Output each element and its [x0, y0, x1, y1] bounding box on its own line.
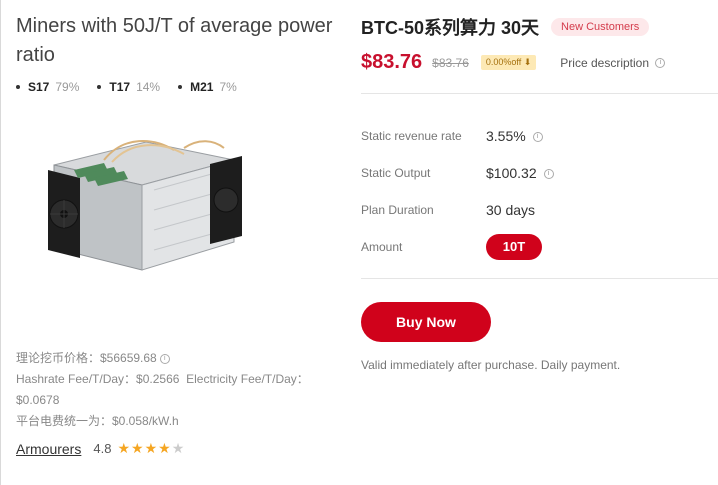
plan-specs: Static revenue rate 3.55% i Static Outpu…: [361, 117, 718, 265]
brand-link[interactable]: Armourers: [16, 441, 81, 457]
spec-label: Amount: [361, 239, 403, 254]
discount-badge: 0.00%off ⬇: [480, 55, 537, 70]
buy-note: Valid immediately after purchase. Daily …: [361, 358, 621, 372]
spec-value: $100.32 i: [486, 165, 554, 181]
output-value: $100.32: [486, 164, 537, 181]
price-description-link[interactable]: Price description i: [560, 55, 666, 70]
mix-percent: 7%: [219, 80, 237, 94]
info-icon[interactable]: i: [159, 353, 170, 364]
theory-price-row: 理论挖币价格：$56659.68 i: [16, 348, 316, 369]
mix-percent: 14%: [136, 80, 161, 94]
page-left-border: [0, 0, 1, 485]
platform-fee: 平台电费统一为：$0.058/kW.h: [16, 414, 179, 428]
divider-bottom: [361, 278, 718, 279]
product-meta: 理论挖币价格：$56659.68 i Hashrate Fee/T/Day：$0.…: [16, 348, 316, 432]
mix-percent: 79%: [55, 80, 80, 94]
new-customers-badge: New Customers: [551, 18, 650, 36]
mix-item-s17: S17 79%: [16, 80, 79, 94]
bullet-icon: [97, 85, 102, 89]
spec-value: 3.55% i: [486, 128, 543, 144]
star-icon: ★: [117, 440, 130, 456]
theory-price: 理论挖币价格：$56659.68: [16, 351, 157, 365]
plan-header: BTC-50系列算力 30天 New Customers: [361, 14, 718, 40]
star-empty-icon: ★: [171, 440, 185, 456]
rating-value: 4.8: [93, 441, 112, 456]
info-icon: i: [655, 58, 666, 69]
spec-label: Static Output: [361, 165, 431, 180]
spec-plan-duration: Plan Duration 30 days: [361, 191, 718, 228]
duration-value: 30 days: [486, 201, 536, 218]
product-title: Miners with 50J/T of average power ratio: [16, 15, 333, 66]
plan-panel: BTC-50系列算力 30天 New Customers $83.76 $83.…: [361, 14, 718, 74]
mix-name: S17: [28, 80, 50, 94]
spec-static-output: Static Output $100.32 i: [361, 154, 718, 191]
fee-row: Hashrate Fee/T/Day：$0.2566 Electricity F…: [16, 369, 316, 411]
spec-label: Plan Duration: [361, 202, 434, 217]
mix-item-m21: M21 7%: [178, 80, 237, 94]
revenue-value: 3.55%: [486, 127, 526, 144]
miner-image: [34, 130, 254, 280]
spec-amount: Amount 10T: [361, 228, 718, 265]
mix-name: T17: [109, 80, 131, 94]
price-description-label: Price description: [560, 55, 650, 70]
spec-label: Static revenue rate: [361, 128, 462, 143]
amount-selector[interactable]: 10T: [486, 233, 542, 260]
mix-name: M21: [190, 80, 214, 94]
info-icon[interactable]: i: [532, 131, 543, 142]
divider-top: [361, 93, 718, 94]
mix-item-t17: T17 14%: [97, 80, 160, 94]
star-icon: ★: [158, 440, 171, 456]
product-panel: Miners with 50J/T of average power ratio…: [16, 12, 346, 94]
plan-title: BTC-50系列算力 30天: [361, 18, 540, 38]
miner-mix: S17 79% T17 14% M21 7%: [16, 80, 346, 94]
info-icon[interactable]: i: [543, 168, 554, 179]
hashrate-fee: Hashrate Fee/T/Day：$0.2566: [16, 372, 180, 386]
star-icon: ★: [144, 440, 158, 456]
rating-stars: ★ ★ ★ ★ ★: [117, 440, 184, 457]
price-row: $83.76 $83.76 0.00%off ⬇ Price descripti…: [361, 51, 718, 74]
current-price: $83.76: [361, 51, 423, 73]
spec-revenue-rate: Static revenue rate 3.55% i: [361, 117, 718, 154]
bullet-icon: [16, 85, 20, 89]
discount-text: 0.00%off: [485, 57, 522, 67]
original-price: $83.76: [432, 55, 469, 70]
buy-now-button[interactable]: Buy Now: [361, 302, 491, 342]
star-icon: ★: [131, 440, 144, 456]
brand-rating: Armourers 4.8 ★ ★ ★ ★ ★: [16, 440, 184, 457]
bullet-icon: [178, 85, 183, 89]
